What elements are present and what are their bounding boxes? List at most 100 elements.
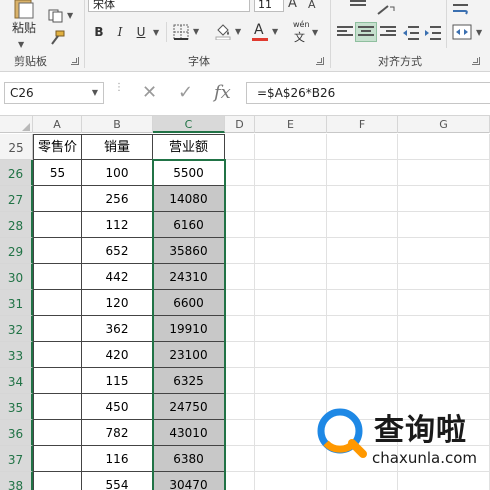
table-cell[interactable] [327,186,398,212]
select-all-button[interactable] [0,116,33,133]
table-cell[interactable]: 782 [82,420,153,446]
table-cell[interactable] [398,316,490,342]
grow-font-button[interactable]: A [288,0,297,12]
top-align-icon[interactable] [350,0,366,8]
column-header-a[interactable]: A [33,116,82,133]
table-cell[interactable] [225,368,255,394]
row-header[interactable]: 27 [0,186,33,212]
cancel-icon[interactable]: ✕ [142,82,157,104]
table-cell[interactable]: 652 [82,238,153,264]
table-cell[interactable]: 14080 [153,186,225,212]
merge-center-button[interactable]: ▼ [452,24,486,42]
table-cell[interactable] [327,212,398,238]
orientation-button[interactable] [376,0,400,15]
table-cell[interactable] [255,290,327,316]
table-cell[interactable] [225,342,255,368]
table-cell[interactable] [398,342,490,368]
name-box[interactable]: C26 ▼ [4,82,104,104]
insert-function-icon[interactable]: fx [214,82,231,104]
table-cell[interactable] [225,238,255,264]
table-cell[interactable] [33,212,82,238]
row-header[interactable]: 32 [0,316,33,342]
table-cell[interactable]: 6160 [153,212,225,238]
table-cell[interactable] [225,264,255,290]
row-header[interactable]: 37 [0,446,33,472]
table-cell[interactable]: 6600 [153,290,225,316]
alignment-launcher-icon[interactable] [472,57,480,65]
table-cell[interactable]: 6380 [153,446,225,472]
table-cell[interactable] [255,186,327,212]
table-cell[interactable] [327,316,398,342]
table-cell[interactable] [225,316,255,342]
table-cell[interactable]: 43010 [153,420,225,446]
paste-dropdown-icon[interactable]: ▼ [18,40,24,49]
name-box-dropdown-icon[interactable]: ▼ [92,83,98,103]
header-cell[interactable]: 销量 [82,134,153,160]
wrap-text-button[interactable] [452,0,472,15]
column-header-g[interactable]: G [398,116,490,133]
table-cell[interactable] [225,472,255,490]
table-cell[interactable]: 112 [82,212,153,238]
table-cell[interactable] [33,238,82,264]
decrease-indent-button[interactable] [402,25,420,41]
clipboard-launcher-icon[interactable] [71,57,79,65]
table-cell[interactable] [33,290,82,316]
row-header[interactable]: 25 [0,134,33,160]
table-cell[interactable] [225,420,255,446]
align-right-icon[interactable] [380,26,396,40]
row-header[interactable]: 29 [0,238,33,264]
row-header[interactable]: 30 [0,264,33,290]
table-cell[interactable] [255,342,327,368]
row-header[interactable]: 33 [0,342,33,368]
formula-input[interactable]: =$A$26*B26 [246,82,490,104]
table-cell[interactable]: 120 [82,290,153,316]
table-cell[interactable] [33,368,82,394]
table-cell[interactable]: 24750 [153,394,225,420]
table-cell[interactable]: 256 [82,186,153,212]
align-center-button[interactable] [355,22,377,42]
table-cell[interactable]: 35860 [153,238,225,264]
font-color-button[interactable]: A ▼ [252,22,282,42]
table-cell[interactable] [33,420,82,446]
align-left-icon[interactable] [337,26,353,40]
borders-button[interactable]: ▼ [173,24,203,40]
font-name-select[interactable]: 宋体 [88,0,250,12]
table-cell[interactable] [398,238,490,264]
table-cell[interactable]: 19910 [153,316,225,342]
table-cell[interactable] [225,212,255,238]
table-cell[interactable] [33,342,82,368]
column-header-b[interactable]: B [82,116,153,133]
table-cell[interactable]: 23100 [153,342,225,368]
table-cell[interactable] [327,238,398,264]
fill-color-button[interactable]: ▼ [214,22,244,42]
table-cell[interactable] [255,472,327,490]
font-size-select[interactable]: 11 [254,0,284,12]
table-cell[interactable] [33,394,82,420]
table-cell[interactable] [327,264,398,290]
header-cell[interactable] [225,134,255,160]
header-cell[interactable]: 营业额 [153,134,225,160]
table-cell[interactable]: 30470 [153,472,225,490]
table-cell[interactable] [225,394,255,420]
table-cell[interactable]: 450 [82,394,153,420]
header-cell[interactable]: 零售价 [33,134,82,160]
table-cell[interactable]: 55 [33,160,82,186]
table-cell[interactable]: 5500 [153,160,225,186]
column-header-c[interactable]: C [153,116,225,133]
table-cell[interactable]: 24310 [153,264,225,290]
shrink-font-button[interactable]: A [308,0,316,13]
format-painter-button[interactable] [48,30,68,46]
column-header-f[interactable]: F [327,116,398,133]
table-cell[interactable] [398,290,490,316]
header-cell[interactable] [327,134,398,160]
column-header-e[interactable]: E [255,116,327,133]
table-cell[interactable] [33,316,82,342]
table-cell[interactable] [255,316,327,342]
row-header[interactable]: 28 [0,212,33,238]
table-cell[interactable]: 554 [82,472,153,490]
table-cell[interactable] [225,290,255,316]
phonetic-guide-button[interactable]: wén 文 ▼ [292,20,322,44]
table-cell[interactable] [33,264,82,290]
table-cell[interactable] [398,160,490,186]
table-cell[interactable]: 116 [82,446,153,472]
